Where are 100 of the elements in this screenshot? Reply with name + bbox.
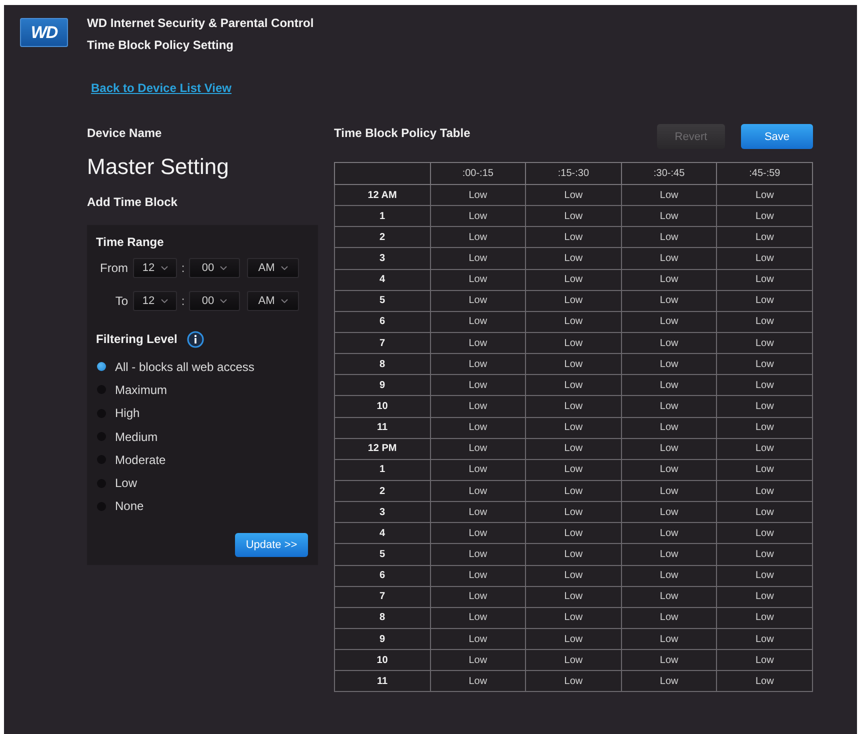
table-cell[interactable]: Low: [526, 290, 622, 312]
table-cell[interactable]: Low: [430, 206, 526, 227]
minute-select[interactable]: 00: [189, 291, 240, 311]
table-cell[interactable]: Low: [716, 459, 812, 480]
table-cell[interactable]: Low: [621, 480, 717, 502]
table-cell[interactable]: Low: [430, 354, 526, 375]
table-cell[interactable]: Low: [526, 311, 622, 332]
hour-select[interactable]: 12: [133, 291, 177, 311]
radio-label[interactable]: High: [115, 406, 140, 420]
table-cell[interactable]: Low: [716, 269, 812, 290]
table-cell[interactable]: Low: [621, 269, 717, 290]
table-cell[interactable]: Low: [621, 438, 717, 460]
table-cell[interactable]: Low: [430, 374, 526, 396]
info-icon[interactable]: [187, 330, 204, 348]
table-cell[interactable]: Low: [430, 502, 526, 523]
table-cell[interactable]: Low: [621, 206, 717, 227]
table-cell[interactable]: Low: [430, 269, 526, 290]
table-cell[interactable]: Low: [430, 670, 526, 692]
table-cell[interactable]: Low: [716, 396, 812, 418]
table-cell[interactable]: Low: [621, 607, 717, 628]
table-cell[interactable]: Low: [621, 184, 717, 206]
table-cell[interactable]: Low: [716, 607, 812, 628]
table-cell[interactable]: Low: [430, 480, 526, 502]
table-cell[interactable]: Low: [526, 184, 622, 206]
radio-button[interactable]: [97, 362, 106, 372]
table-cell[interactable]: Low: [716, 354, 812, 375]
table-cell[interactable]: Low: [526, 374, 622, 396]
table-cell[interactable]: Low: [621, 354, 717, 375]
radio-label[interactable]: Maximum: [115, 382, 168, 397]
table-cell[interactable]: Low: [621, 332, 717, 354]
table-cell[interactable]: Low: [526, 565, 622, 586]
table-cell[interactable]: Low: [621, 248, 717, 270]
update-button[interactable]: Update >>: [235, 533, 308, 557]
table-cell[interactable]: Low: [621, 586, 717, 608]
table-cell[interactable]: Low: [716, 311, 812, 332]
table-cell[interactable]: Low: [716, 248, 812, 270]
table-cell[interactable]: Low: [430, 332, 526, 354]
minute-select[interactable]: 00: [189, 258, 240, 278]
table-cell[interactable]: Low: [526, 522, 622, 544]
table-cell[interactable]: Low: [526, 544, 622, 566]
table-cell[interactable]: Low: [621, 290, 717, 312]
period-select[interactable]: AM: [247, 291, 299, 311]
table-cell[interactable]: Low: [526, 650, 622, 671]
table-cell[interactable]: Low: [621, 374, 717, 396]
table-cell[interactable]: Low: [430, 417, 526, 438]
table-cell[interactable]: Low: [621, 502, 717, 523]
table-cell[interactable]: Low: [526, 396, 622, 418]
table-cell[interactable]: Low: [716, 480, 812, 502]
table-cell[interactable]: Low: [716, 184, 812, 206]
table-cell[interactable]: Low: [526, 586, 622, 608]
table-cell[interactable]: Low: [621, 565, 717, 586]
table-cell[interactable]: Low: [716, 628, 812, 650]
table-cell[interactable]: Low: [716, 565, 812, 586]
radio-label[interactable]: None: [115, 499, 144, 514]
table-cell[interactable]: Low: [716, 502, 812, 523]
table-cell[interactable]: Low: [430, 248, 526, 270]
radio-label[interactable]: Medium: [115, 430, 158, 444]
table-cell[interactable]: Low: [716, 290, 812, 312]
table-cell[interactable]: Low: [526, 226, 622, 248]
table-cell[interactable]: Low: [716, 438, 812, 460]
table-cell[interactable]: Low: [430, 396, 526, 418]
table-cell[interactable]: Low: [621, 522, 717, 544]
table-cell[interactable]: Low: [430, 459, 526, 480]
radio-label[interactable]: Moderate: [115, 452, 166, 467]
table-cell[interactable]: Low: [526, 628, 622, 650]
table-cell[interactable]: Low: [526, 354, 622, 375]
table-cell[interactable]: Low: [430, 586, 526, 608]
table-cell[interactable]: Low: [430, 184, 526, 206]
radio-label[interactable]: All - blocks all web access: [115, 360, 254, 374]
table-cell[interactable]: Low: [621, 670, 717, 692]
table-cell[interactable]: Low: [526, 459, 622, 480]
period-select[interactable]: AM: [247, 258, 299, 278]
table-cell[interactable]: Low: [526, 670, 622, 692]
table-cell[interactable]: Low: [716, 670, 812, 692]
table-cell[interactable]: Low: [621, 396, 717, 418]
table-cell[interactable]: Low: [526, 417, 622, 438]
table-cell[interactable]: Low: [526, 438, 622, 460]
table-cell[interactable]: Low: [430, 438, 526, 460]
table-cell[interactable]: Low: [430, 650, 526, 671]
table-cell[interactable]: Low: [716, 417, 812, 438]
table-cell[interactable]: Low: [430, 607, 526, 628]
table-cell[interactable]: Low: [526, 480, 622, 502]
hour-select[interactable]: 12: [133, 258, 177, 278]
table-cell[interactable]: Low: [430, 628, 526, 650]
table-cell[interactable]: Low: [716, 374, 812, 396]
radio-label[interactable]: Low: [115, 476, 138, 490]
table-cell[interactable]: Low: [716, 650, 812, 671]
table-cell[interactable]: Low: [621, 650, 717, 671]
table-cell[interactable]: Low: [621, 311, 717, 332]
table-cell[interactable]: Low: [526, 607, 622, 628]
table-cell[interactable]: Low: [526, 269, 622, 290]
table-cell[interactable]: Low: [716, 206, 812, 227]
table-cell[interactable]: Low: [716, 586, 812, 608]
table-cell[interactable]: Low: [621, 628, 717, 650]
table-cell[interactable]: Low: [621, 459, 717, 480]
save-button[interactable]: Save: [741, 124, 813, 149]
table-cell[interactable]: Low: [716, 544, 812, 566]
table-cell[interactable]: Low: [716, 332, 812, 354]
table-cell[interactable]: Low: [430, 226, 526, 248]
table-cell[interactable]: Low: [716, 522, 812, 544]
